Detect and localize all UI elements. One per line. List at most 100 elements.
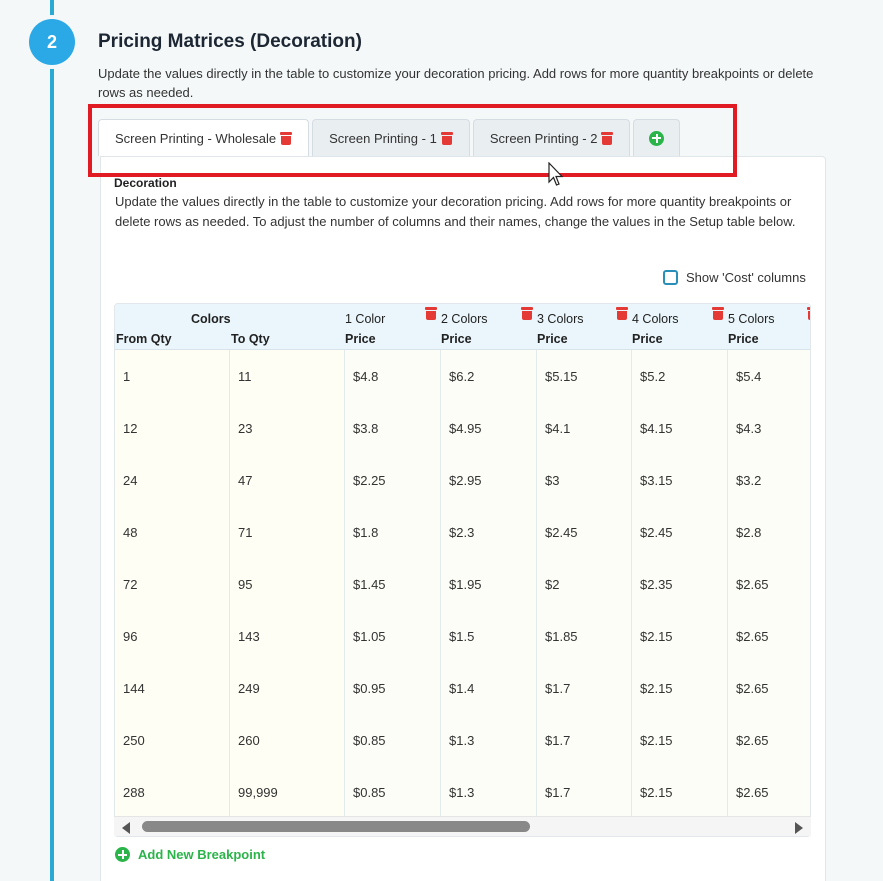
price-cell[interactable]: $1.45 bbox=[345, 558, 441, 610]
price-cell[interactable]: $2.15 bbox=[632, 610, 728, 662]
price-cell[interactable]: $4.95 bbox=[441, 402, 537, 454]
price-cell[interactable]: $2.3 bbox=[441, 506, 537, 558]
from-qty-cell[interactable]: 24 bbox=[115, 454, 230, 506]
price-cell[interactable]: $2.25 bbox=[345, 454, 441, 506]
price-cell[interactable]: $5.2 bbox=[632, 350, 728, 402]
trash-icon[interactable] bbox=[521, 307, 533, 320]
price-cell[interactable]: $2.65 bbox=[728, 662, 810, 714]
to-qty-cell[interactable]: 143 bbox=[230, 610, 345, 662]
panel-label: Decoration bbox=[114, 176, 177, 190]
price-cell[interactable]: $3.2 bbox=[728, 454, 810, 506]
price-cell[interactable]: $2.65 bbox=[728, 766, 810, 818]
to-qty-cell[interactable]: 249 bbox=[230, 662, 345, 714]
table-row: 72 95 $1.45 $1.95 $2 $2.35 $2.65 bbox=[115, 558, 810, 610]
from-qty-cell[interactable]: 288 bbox=[115, 766, 230, 818]
table-row: 1 11 $4.8 $6.2 $5.15 $5.2 $5.4 bbox=[115, 350, 810, 402]
price-cell[interactable]: $4.1 bbox=[537, 402, 632, 454]
from-qty-header: From Qty bbox=[116, 332, 172, 346]
to-qty-cell[interactable]: 23 bbox=[230, 402, 345, 454]
price-cell[interactable]: $2.65 bbox=[728, 714, 810, 766]
price-cell[interactable]: $2.65 bbox=[728, 558, 810, 610]
section-description: Update the values directly in the table … bbox=[98, 66, 814, 100]
add-new-breakpoint-label: Add New Breakpoint bbox=[138, 847, 266, 862]
tab-screen-printing-wholesale[interactable]: Screen Printing - Wholesale bbox=[98, 119, 310, 156]
to-qty-cell[interactable]: 11 bbox=[230, 350, 345, 402]
price-cell[interactable]: $5.4 bbox=[728, 350, 810, 402]
trash-icon[interactable] bbox=[425, 307, 437, 320]
trash-icon[interactable] bbox=[601, 131, 614, 145]
price-cell[interactable]: $2 bbox=[537, 558, 632, 610]
price-cell[interactable]: $1.8 bbox=[345, 506, 441, 558]
price-cell[interactable]: $4.15 bbox=[632, 402, 728, 454]
col-4-colors-header: 4 Colors bbox=[632, 312, 679, 326]
from-qty-cell[interactable]: 48 bbox=[115, 506, 230, 558]
col-5-price-header: Price bbox=[728, 332, 759, 346]
col-4-price-header: Price bbox=[632, 332, 663, 346]
price-cell[interactable]: $3.8 bbox=[345, 402, 441, 454]
price-cell[interactable]: $2.15 bbox=[632, 766, 728, 818]
scroll-thumb[interactable] bbox=[142, 821, 530, 832]
price-cell[interactable]: $6.2 bbox=[441, 350, 537, 402]
price-cell[interactable]: $1.95 bbox=[441, 558, 537, 610]
to-qty-cell[interactable]: 95 bbox=[230, 558, 345, 610]
show-cost-label: Show 'Cost' columns bbox=[686, 270, 806, 285]
from-qty-cell[interactable]: 12 bbox=[115, 402, 230, 454]
price-cell[interactable]: $2.95 bbox=[441, 454, 537, 506]
trash-icon[interactable] bbox=[616, 307, 628, 320]
trash-icon[interactable] bbox=[807, 307, 810, 320]
price-cell[interactable]: $3.15 bbox=[632, 454, 728, 506]
price-cell[interactable]: $2.45 bbox=[537, 506, 632, 558]
price-cell[interactable]: $0.85 bbox=[345, 714, 441, 766]
trash-icon[interactable] bbox=[440, 131, 453, 145]
col-2-colors-header: 2 Colors bbox=[441, 312, 488, 326]
to-qty-cell[interactable]: 260 bbox=[230, 714, 345, 766]
trash-icon[interactable] bbox=[712, 307, 724, 320]
price-cell[interactable]: $5.15 bbox=[537, 350, 632, 402]
trash-icon[interactable] bbox=[280, 131, 293, 145]
show-cost-checkbox[interactable] bbox=[663, 270, 678, 285]
price-cell[interactable]: $1.4 bbox=[441, 662, 537, 714]
tab-screen-printing-2[interactable]: Screen Printing - 2 bbox=[472, 119, 631, 156]
table-row: 12 23 $3.8 $4.95 $4.1 $4.15 $4.3 bbox=[115, 402, 810, 454]
from-qty-cell[interactable]: 144 bbox=[115, 662, 230, 714]
price-cell[interactable]: $1.7 bbox=[537, 714, 632, 766]
col-5-colors-header: 5 Colors bbox=[728, 312, 775, 326]
price-cell[interactable]: $2.8 bbox=[728, 506, 810, 558]
colors-group-header: Colors bbox=[191, 312, 231, 326]
price-cell[interactable]: $4.3 bbox=[728, 402, 810, 454]
add-new-breakpoint-button[interactable]: Add New Breakpoint bbox=[115, 847, 265, 862]
price-cell[interactable]: $1.7 bbox=[537, 662, 632, 714]
show-cost-toggle[interactable]: Show 'Cost' columns bbox=[663, 270, 806, 285]
to-qty-cell[interactable]: 99,999 bbox=[230, 766, 345, 818]
from-qty-cell[interactable]: 96 bbox=[115, 610, 230, 662]
tab-label: Screen Printing - 1 bbox=[329, 130, 437, 146]
horizontal-scrollbar[interactable] bbox=[114, 816, 811, 836]
price-cell[interactable]: $1.85 bbox=[537, 610, 632, 662]
to-qty-cell[interactable]: 71 bbox=[230, 506, 345, 558]
price-cell[interactable]: $2.45 bbox=[632, 506, 728, 558]
from-qty-cell[interactable]: 72 bbox=[115, 558, 230, 610]
price-cell[interactable]: $1.3 bbox=[441, 714, 537, 766]
from-qty-cell[interactable]: 1 bbox=[115, 350, 230, 402]
plus-circle-icon bbox=[115, 847, 130, 862]
scroll-right-icon[interactable] bbox=[795, 822, 803, 834]
price-cell[interactable]: $1.5 bbox=[441, 610, 537, 662]
col-3-price-header: Price bbox=[537, 332, 568, 346]
price-cell[interactable]: $4.8 bbox=[345, 350, 441, 402]
price-cell[interactable]: $0.85 bbox=[345, 766, 441, 818]
price-cell[interactable]: $3 bbox=[537, 454, 632, 506]
price-cell[interactable]: $2.15 bbox=[632, 714, 728, 766]
price-cell[interactable]: $1.05 bbox=[345, 610, 441, 662]
price-cell[interactable]: $1.3 bbox=[441, 766, 537, 818]
price-cell[interactable]: $0.95 bbox=[345, 662, 441, 714]
section-title: Pricing Matrices (Decoration) bbox=[98, 31, 362, 52]
price-cell[interactable]: $1.7 bbox=[537, 766, 632, 818]
price-cell[interactable]: $2.15 bbox=[632, 662, 728, 714]
price-cell[interactable]: $2.35 bbox=[632, 558, 728, 610]
price-cell[interactable]: $2.65 bbox=[728, 610, 810, 662]
from-qty-cell[interactable]: 250 bbox=[115, 714, 230, 766]
add-tab-button[interactable] bbox=[633, 119, 681, 156]
tab-screen-printing-1[interactable]: Screen Printing - 1 bbox=[312, 119, 470, 156]
to-qty-cell[interactable]: 47 bbox=[230, 454, 345, 506]
scroll-left-icon[interactable] bbox=[122, 822, 130, 834]
